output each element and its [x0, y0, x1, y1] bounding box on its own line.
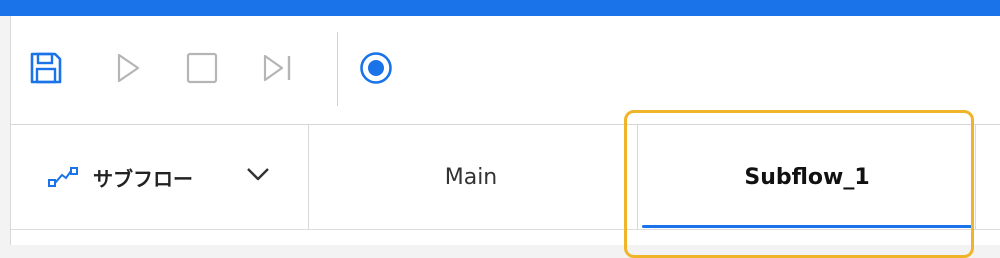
- save-icon: [28, 50, 64, 90]
- recorder-button[interactable]: [356, 50, 396, 90]
- record-icon: [358, 50, 394, 90]
- subflows-label: サブフロー: [93, 166, 193, 191]
- save-button[interactable]: [26, 50, 66, 90]
- toolbar-separator: [337, 32, 338, 106]
- active-tab-indicator: [642, 225, 972, 228]
- subflow-tab-bar: サブフロー Main Subflow_1: [11, 125, 1000, 230]
- run-next-action-button[interactable]: [258, 50, 298, 90]
- flow-designer: サブフロー Main Subflow_1: [10, 16, 1000, 245]
- stop-icon: [185, 51, 219, 89]
- window-title-bar: [0, 0, 1000, 16]
- tab-label: Main: [444, 164, 498, 190]
- tab-divider: [975, 125, 976, 229]
- tab-main[interactable]: Main: [309, 125, 633, 229]
- step-next-icon: [260, 51, 296, 89]
- tab-subflow-1[interactable]: Subflow_1: [638, 125, 976, 229]
- stop-button[interactable]: [182, 50, 222, 90]
- tab-label: Subflow_1: [744, 164, 870, 190]
- subflow-icon: [47, 165, 81, 189]
- subflows-dropdown[interactable]: サブフロー: [11, 125, 308, 229]
- toolbar: [11, 16, 1000, 125]
- chevron-down-icon[interactable]: [245, 165, 271, 183]
- play-icon: [112, 51, 142, 89]
- run-button[interactable]: [107, 50, 147, 90]
